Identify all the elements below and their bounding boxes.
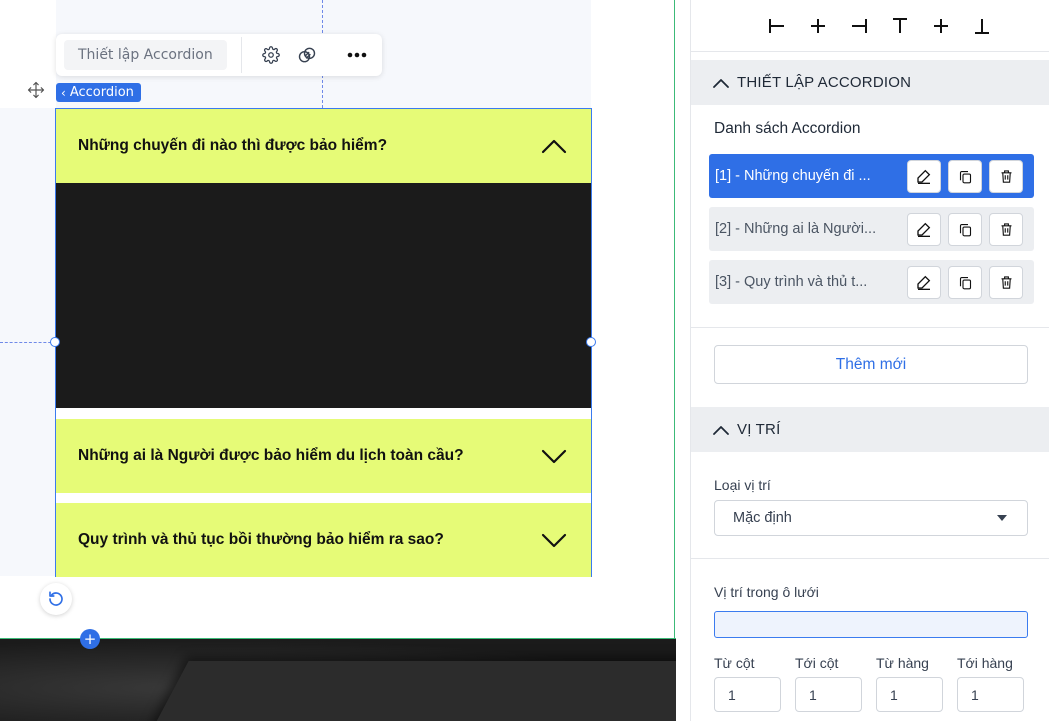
section-title: VỊ TRÍ xyxy=(737,421,781,438)
alignment-toolbar xyxy=(691,0,1049,52)
accordion-question: Những chuyến đi nào thì được bảo hiểm? xyxy=(78,137,388,154)
accordion-question: Những ai là Người được bảo hiểm du lịch … xyxy=(78,447,464,464)
accordion-header-3[interactable]: Quy trình và thủ tục bồi thường bảo hiểm… xyxy=(56,503,591,577)
more-options-icon[interactable] xyxy=(339,37,375,73)
duplicate-icon[interactable] xyxy=(948,159,982,193)
to-row-label: Tới hàng xyxy=(957,655,1013,671)
align-top-icon[interactable] xyxy=(888,14,912,38)
toolbar-title[interactable]: Thiết lập Accordion xyxy=(64,40,227,70)
grid-position-label: Vị trí trong ô lưới xyxy=(714,584,819,600)
editor-canvas[interactable]: Thiết lập Accordion ‹ Accordion Những ch… xyxy=(0,0,676,721)
to-column-input[interactable]: 1 xyxy=(795,677,862,712)
accordion-question: Quy trình và thủ tục bồi thường bảo hiểm… xyxy=(78,531,444,548)
align-center-horizontal-icon[interactable] xyxy=(806,14,830,38)
align-center-vertical-icon[interactable] xyxy=(929,14,953,38)
to-column-label: Tới cột xyxy=(795,655,839,671)
chevron-up-icon xyxy=(541,139,567,154)
position-type-select[interactable]: Mặc định xyxy=(714,500,1028,536)
panel-divider xyxy=(691,327,1049,328)
accordion-list-item-2[interactable]: [2] - Những ai là Người... xyxy=(709,207,1034,251)
section-title: THIẾT LẬP ACCORDION xyxy=(737,74,912,91)
element-breadcrumb[interactable]: ‹ Accordion xyxy=(56,83,141,102)
duplicate-icon[interactable] xyxy=(948,265,982,299)
reset-button[interactable] xyxy=(40,583,72,615)
add-new-item-button[interactable]: Thêm mới xyxy=(714,345,1028,384)
align-left-icon[interactable] xyxy=(765,14,789,38)
accordion-settings-header[interactable]: THIẾT LẬP ACCORDION xyxy=(691,60,1049,105)
edit-pen-icon[interactable] xyxy=(907,265,941,299)
move-handle-icon[interactable] xyxy=(22,76,50,104)
accordion-content-1 xyxy=(56,183,591,408)
settings-panel: THIẾT LẬP ACCORDION Danh sách Accordion … xyxy=(690,0,1049,721)
accordion-header-1[interactable]: Những chuyến đi nào thì được bảo hiểm? xyxy=(56,109,591,183)
next-section-background xyxy=(0,639,676,721)
element-toolbar: Thiết lập Accordion xyxy=(56,34,382,76)
plus-icon: + xyxy=(83,630,97,648)
chevron-down-icon xyxy=(541,533,567,548)
trash-icon[interactable] xyxy=(989,212,1023,246)
chevron-up-icon xyxy=(713,425,729,435)
align-right-icon[interactable] xyxy=(847,14,871,38)
add-section-button[interactable]: + xyxy=(80,629,100,649)
from-row-label: Từ hàng xyxy=(876,655,929,671)
edit-pen-icon[interactable] xyxy=(907,212,941,246)
accordion-list-item-3[interactable]: [3] - Quy trình và thủ t... xyxy=(709,260,1034,304)
resize-handle-right[interactable] xyxy=(586,337,596,347)
panel-divider xyxy=(691,558,1049,559)
align-bottom-icon[interactable] xyxy=(970,14,994,38)
toolbar-divider xyxy=(240,37,242,73)
breadcrumb-label: Accordion xyxy=(69,85,134,100)
chevron-up-icon xyxy=(713,78,729,88)
grid-position-input[interactable] xyxy=(714,611,1028,638)
list-item-label: [1] - Những chuyến đi ... xyxy=(715,168,871,184)
list-item-label: [2] - Những ai là Người... xyxy=(715,221,877,237)
accordion-header-2[interactable]: Những ai là Người được bảo hiểm du lịch … xyxy=(56,419,591,493)
resize-handle-left[interactable] xyxy=(50,337,60,347)
accordion-element[interactable]: Những chuyến đi nào thì được bảo hiểm? N… xyxy=(55,108,592,577)
select-value: Mặc định xyxy=(733,510,792,526)
list-item-label: [3] - Quy trình và thủ t... xyxy=(715,274,868,290)
trash-icon[interactable] xyxy=(989,159,1023,193)
trash-icon[interactable] xyxy=(989,265,1023,299)
from-row-input[interactable]: 1 xyxy=(876,677,943,712)
horizontal-guide-line xyxy=(0,342,56,343)
position-settings-header[interactable]: VỊ TRÍ xyxy=(691,407,1049,452)
position-type-label: Loại vị trí xyxy=(714,477,771,493)
from-column-input[interactable]: 1 xyxy=(714,677,781,712)
chevron-down-icon xyxy=(541,449,567,464)
chevron-left-icon: ‹ xyxy=(61,85,66,100)
accordion-list-item-1[interactable]: [1] - Những chuyến đi ... xyxy=(709,154,1034,198)
overlap-circles-icon[interactable] xyxy=(289,37,325,73)
duplicate-icon[interactable] xyxy=(948,212,982,246)
edit-pen-icon[interactable] xyxy=(907,159,941,193)
accordion-list-label: Danh sách Accordion xyxy=(714,120,861,137)
from-column-label: Từ cột xyxy=(714,655,755,671)
settings-gear-icon[interactable] xyxy=(253,37,289,73)
refresh-icon xyxy=(49,591,63,606)
to-row-input[interactable]: 1 xyxy=(957,677,1024,712)
caret-down-icon xyxy=(997,515,1007,521)
section-boundary-line xyxy=(674,0,675,640)
